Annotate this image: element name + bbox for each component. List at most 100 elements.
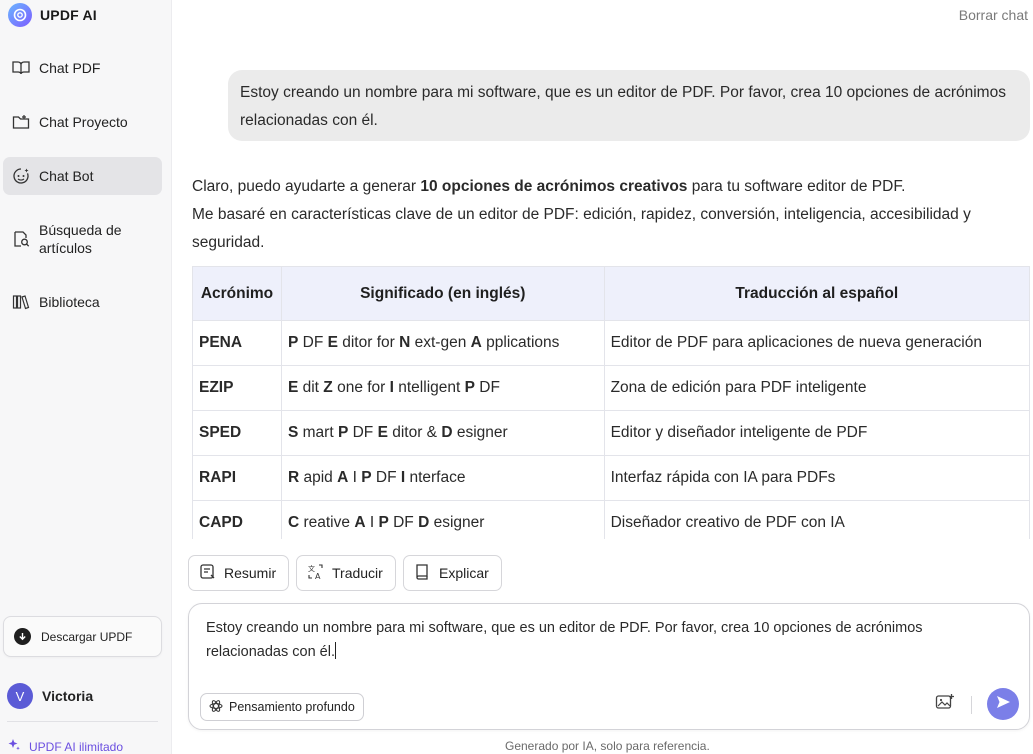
table-row: EZIP E dit Z one for I ntelligent P DF Zon… [192, 365, 1030, 411]
meaning-rest: esigner [429, 514, 485, 531]
meaning-rest: ditor for [337, 334, 400, 351]
translation-cell: Diseñador creativo de PDF con IA [603, 500, 1030, 539]
summarize-label: Resumir [224, 565, 277, 581]
table-header: Traducción al español [603, 266, 1030, 321]
table-row: SPED S mart P DF E ditor & D esigner Edito… [192, 410, 1030, 456]
download-updf-button[interactable]: Descargar UPDF [3, 616, 162, 657]
updf-ai-unlimited-link[interactable]: UPDF AI ilimitado [7, 738, 123, 754]
meaning-rest: I [348, 469, 362, 486]
image-add-icon [935, 693, 955, 716]
clear-chat-button[interactable]: Borrar chat [959, 7, 1028, 23]
sidebar-item-biblioteca[interactable]: Biblioteca [3, 283, 162, 321]
message-input[interactable]: Estoy creando un nombre para mi software… [206, 616, 1006, 664]
sidebar-item-label: Búsqueda de artículos [39, 222, 122, 256]
sidebar-item-label: Chat PDF [39, 60, 101, 76]
sidebar-item-chat-bot[interactable]: Chat Bot [3, 157, 162, 195]
user-name: Victoria [42, 688, 94, 704]
acronym-cell: RAPI [192, 455, 282, 501]
meaning-rest: DF [298, 334, 328, 351]
atom-icon [209, 699, 223, 716]
translate-icon: 文A [307, 563, 324, 583]
sidebar-item-label: Chat Bot [39, 168, 94, 184]
meaning-rest: reative [299, 514, 355, 531]
translation-cell: Editor de PDF para aplicaciones de nueva… [603, 320, 1030, 366]
sparkle-icon [7, 738, 21, 754]
svg-text:A: A [315, 572, 321, 580]
app-name: UPDF AI [40, 7, 97, 23]
meaning-initial: N [399, 334, 411, 351]
meaning-rest: ntelligent [393, 379, 465, 396]
translate-label: Traducir [332, 565, 383, 581]
answer-intro-prefix: Claro, puedo ayudarte a generar [192, 178, 421, 195]
search-doc-icon [12, 230, 30, 248]
translate-button[interactable]: 文A Traducir [296, 555, 396, 591]
avatar: V [7, 683, 33, 709]
acronym-table-container[interactable]: Acrónimo Significado (en inglés) Traducc… [192, 266, 1030, 539]
meaning-initial: P [337, 424, 349, 441]
text-cursor [334, 642, 336, 659]
table-header: Significado (en inglés) [280, 266, 605, 321]
meaning-initial: D [418, 514, 430, 531]
meaning-initial: R [287, 469, 300, 486]
meaning-cell: C reative A I P DF D esigner [280, 500, 605, 539]
meaning-cell: R apid A I P DF I nterface [280, 455, 605, 501]
meaning-initial: P [464, 379, 475, 396]
table-row: CAPD C reative A I P DF D esigner Diseñado… [192, 500, 1030, 539]
meaning-rest: esigner [452, 424, 508, 441]
user-message-bubble: Estoy creando un nombre para mi software… [228, 70, 1030, 141]
sidebar-item-label: Chat Proyecto [39, 114, 128, 130]
deep-think-toggle[interactable]: Pensamiento profundo [200, 693, 364, 721]
meaning-initial: E [327, 334, 338, 351]
summarize-button[interactable]: Resumir [188, 555, 290, 591]
meaning-initial: E [287, 379, 299, 396]
sidebar-divider [7, 721, 158, 722]
message-input-text: Estoy creando un nombre para mi software… [206, 620, 923, 660]
sidebar: UPDF AI Chat PDF Chat Proyecto Chat Bot … [0, 0, 172, 754]
svg-text:文: 文 [308, 564, 315, 573]
answer-intro-suffix: para tu software editor de PDF. [687, 178, 906, 195]
assistant-answer: Claro, puedo ayudarte a generar 10 opcio… [192, 173, 1028, 257]
sidebar-item-chat-proyecto[interactable]: Chat Proyecto [3, 103, 162, 141]
acronym-cell: EZIP [192, 365, 282, 411]
table-row: PENA P DF E ditor for N ext-gen A pplicat… [192, 320, 1030, 366]
meaning-rest: one for [332, 379, 390, 396]
meaning-initial: D [441, 424, 453, 441]
folder-icon [12, 113, 30, 131]
app-logo[interactable]: UPDF AI [8, 3, 97, 27]
image-upload-button[interactable] [934, 693, 956, 715]
sidebar-item-busqueda-articulos[interactable]: Búsqueda de artículos [3, 216, 162, 262]
table-header: Acrónimo [192, 266, 282, 321]
ai-disclaimer: Generado por IA, solo para referencia. [505, 739, 710, 753]
meaning-initial: P [287, 334, 299, 351]
meaning-cell: S mart P DF E ditor & D esigner [280, 410, 605, 456]
sidebar-item-chat-pdf[interactable]: Chat PDF [3, 49, 162, 87]
meaning-rest: nterface [405, 469, 466, 486]
sidebar-item-label: Biblioteca [39, 294, 100, 310]
answer-intro-bold: 10 opciones de acrónimos creativos [420, 178, 688, 195]
meaning-rest: ditor & [387, 424, 442, 441]
chat-composer[interactable]: Estoy creando un nombre para mi software… [188, 603, 1030, 730]
meaning-rest: ext-gen [410, 334, 471, 351]
translation-cell: Interfaz rápida con IA para PDFs [603, 455, 1030, 501]
explain-button[interactable]: Explicar [403, 555, 502, 591]
meaning-initial: C [287, 514, 300, 531]
meaning-cell: E dit Z one for I ntelligent P DF [280, 365, 605, 411]
send-button[interactable] [987, 688, 1019, 720]
summarize-icon [199, 563, 216, 583]
meaning-initial: Z [323, 379, 333, 396]
answer-intro: Claro, puedo ayudarte a generar 10 opcio… [192, 173, 1028, 201]
meaning-rest: mart [298, 424, 338, 441]
meaning-rest: apid [299, 469, 338, 486]
updf-logo-icon [8, 3, 32, 27]
book-icon [414, 563, 431, 583]
library-icon [12, 293, 30, 311]
meaning-rest: DF [474, 379, 500, 396]
meaning-rest: DF [348, 424, 378, 441]
acronym-cell: PENA [192, 320, 282, 366]
book-open-icon [12, 59, 30, 77]
meaning-rest: pplications [481, 334, 560, 351]
meaning-initial: P [378, 514, 389, 531]
meaning-initial: S [287, 424, 299, 441]
bot-icon [12, 167, 30, 185]
user-profile[interactable]: V Victoria [7, 683, 93, 709]
